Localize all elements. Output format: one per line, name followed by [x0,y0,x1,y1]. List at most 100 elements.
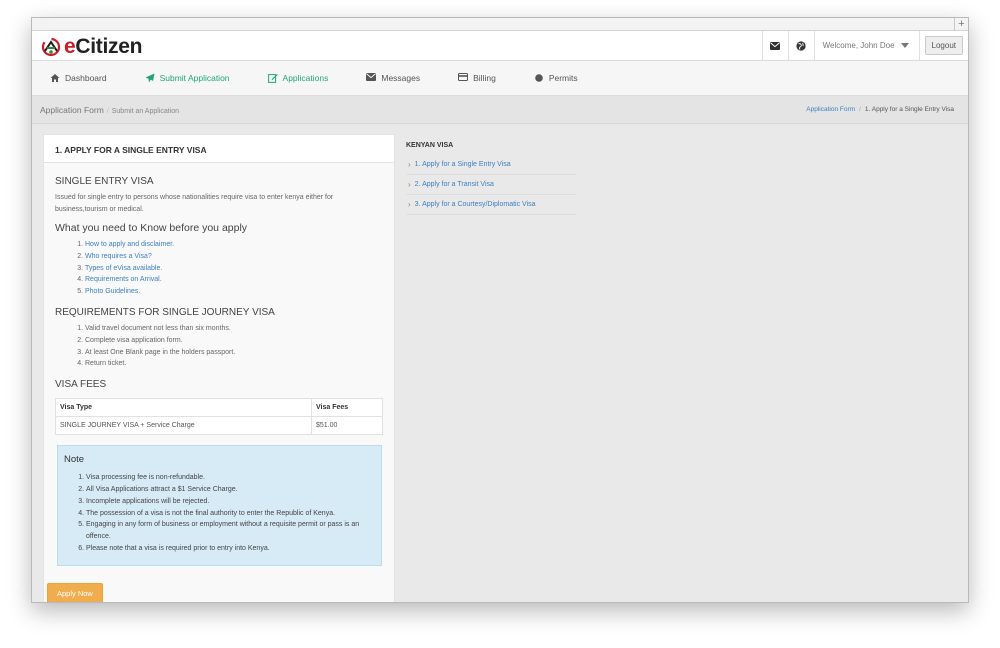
window-expand-button[interactable]: + [954,18,968,31]
list-item: Who requires a Visa? [85,251,383,263]
list-item: The possession of a visa is not the fina… [86,508,373,520]
nav-messages[interactable]: Messages [366,73,420,83]
panel-body: SINGLE ENTRY VISA Issued for single entr… [44,176,394,566]
list-item: Valid travel document not less than six … [85,323,383,335]
chevron-right-icon: › [408,180,411,189]
nav-billing-label: Billing [473,73,496,83]
envelope-icon [770,41,781,50]
kenyan-visa-sidebar: KENYAN VISA › 1. Apply for a Single Entr… [406,142,576,215]
home-icon [50,73,60,83]
column-header-visa-type: Visa Type [55,398,312,418]
breadcrumb-link-application-form[interactable]: Application Form [806,106,855,113]
nav-applications[interactable]: Applications [267,73,329,83]
sidebar-title: KENYAN VISA [406,142,454,149]
single-entry-description: Issued for single entry to persons whose… [55,194,334,213]
language-globe-button[interactable] [787,31,814,60]
nav-submit-application-label: Submit Application [159,73,230,83]
nav-applications-label: Applications [282,73,329,83]
window-titlebar: + [32,18,968,31]
sidebar-item-single-entry-visa[interactable]: › 1. Apply for a Single Entry Visa [406,155,576,175]
link-who-requires-visa[interactable]: Who requires a Visa? [85,253,152,260]
column-header-visa-fees: Visa Fees [311,398,383,418]
sidebar-item-transit-visa[interactable]: › 2. Apply for a Transit Visa [406,175,576,195]
list-item: At least One Blank page in the holders p… [85,347,383,359]
credit-card-icon [458,73,469,83]
list-item: How to apply and disclaimer. [85,239,383,251]
list-item: Visa processing fee is non-refundable. [86,472,373,484]
browser-window: + eCitizen Welcome, John Doe Logout Dash… [31,17,969,603]
table-row: SINGLE JOURNEY VISA + Service Charge $51… [55,416,383,436]
sidebar-item-label: 2. Apply for a Transit Visa [414,181,494,188]
send-icon [145,73,155,83]
breadcrumb: Application Form /1. Apply for a Single E… [806,106,954,113]
nav-permits[interactable]: Permits [534,73,578,83]
visa-info-panel: 1. APPLY FOR A SINGLE ENTRY VISA SINGLE … [43,134,395,602]
table-header-row: Visa Type Visa Fees [55,398,383,418]
logo-wordmark-rest: Citizen [75,35,143,58]
requirements-list: Valid travel document not less than six … [85,323,383,370]
visa-fees-table: Visa Type Visa Fees SINGLE JOURNEY VISA … [55,398,383,436]
section-title-single-entry: SINGLE ENTRY VISA [55,176,154,187]
list-item: Types of eVisa available. [85,263,383,275]
sidebar-item-courtesy-diplomatic-visa[interactable]: › 3. Apply for a Courtesy/Diplomatic Vis… [406,195,576,215]
user-menu-dropdown[interactable]: Welcome, John Doe [813,31,919,60]
sidebar-item-label: 1. Apply for a Single Entry Visa [414,161,511,168]
main-nav: Dashboard Submit Application Application… [32,61,968,96]
section-title-visa-fees: VISA FEES [55,379,107,391]
top-header: eCitizen Welcome, John Doe Logout [32,31,968,61]
logo-wordmark-e: e [64,35,76,58]
note-box: Note Visa processing fee is non-refundab… [57,445,382,566]
list-item: Engaging in any form of business or empl… [86,519,373,543]
list-item: Please note that a visa is required prio… [86,543,373,555]
note-list: Visa processing fee is non-refundable. A… [86,472,373,555]
ecitizen-logo[interactable]: eCitizen [40,35,142,59]
nav-dashboard[interactable]: Dashboard [50,73,107,83]
cell-visa-fee: $51.00 [311,416,383,436]
nav-permits-label: Permits [548,73,578,83]
breadcrumb-bar: Application Form / Submit an Application A… [32,96,968,124]
panel-heading: 1. APPLY FOR A SINGLE ENTRY VISA [44,135,394,163]
circle-icon [534,73,544,83]
nav-dashboard-label: Dashboard [65,73,107,83]
link-requirements-on-arrival[interactable]: Requirements on Arrival. [85,276,162,283]
sidebar-item-label: 3. Apply for a Courtesy/Diplomatic Visa [414,201,536,208]
list-item: Photo Guidelines. [85,286,383,298]
envelope-icon [366,73,377,83]
apply-now-button[interactable]: Apply Now [47,583,103,602]
section-title-know-before: What you need to Know before you apply [55,222,248,234]
list-item: Return ticket. [85,358,383,370]
chevron-down-icon [900,43,909,48]
logout-button[interactable]: Logout [924,36,963,55]
breadcrumb-separator: / [859,106,861,113]
page-title-text: Application Form [40,105,104,115]
list-item: Complete visa application form. [85,335,383,347]
nav-messages-label: Messages [381,73,421,83]
breadcrumb-current: 1. Apply for a Single Entry Visa [864,106,954,113]
page-title: Application Form / Submit an Application [40,105,179,115]
nav-billing[interactable]: Billing [458,73,496,83]
link-photo-guidelines[interactable]: Photo Guidelines. [85,288,140,295]
list-item: All Visa Applications attract a $1 Servi… [86,484,373,496]
logout-cell: Logout [918,31,968,60]
link-types-of-evisa[interactable]: Types of eVisa available. [85,265,162,272]
user-toolbar: Welcome, John Doe Logout [761,31,968,60]
page-subtitle: Submit an Application [111,108,180,115]
chevron-right-icon: › [408,200,411,209]
link-how-to-apply[interactable]: How to apply and disclaimer. [85,241,174,248]
ecitizen-emblem-icon [41,37,61,57]
nav-submit-application[interactable]: Submit Application [145,73,230,83]
list-item: Incomplete applications will be rejected… [86,496,373,508]
breadcrumb-separator: / [106,108,109,115]
chevron-right-icon: › [408,160,411,169]
messages-envelope-button[interactable] [761,31,788,60]
note-title: Note [64,454,85,466]
main-content: 1. APPLY FOR A SINGLE ENTRY VISA SINGLE … [32,124,968,602]
cell-visa-type: SINGLE JOURNEY VISA + Service Charge [55,416,312,436]
welcome-text: Welcome, John Doe [822,41,895,50]
know-before-list: How to apply and disclaimer. Who require… [85,239,383,298]
logo-wordmark: eCitizen [64,35,142,59]
list-item: Requirements on Arrival. [85,274,383,286]
section-title-requirements: REQUIREMENTS FOR SINGLE JOURNEY VISA [55,306,275,318]
globe-icon [796,40,806,51]
edit-icon [267,73,278,83]
